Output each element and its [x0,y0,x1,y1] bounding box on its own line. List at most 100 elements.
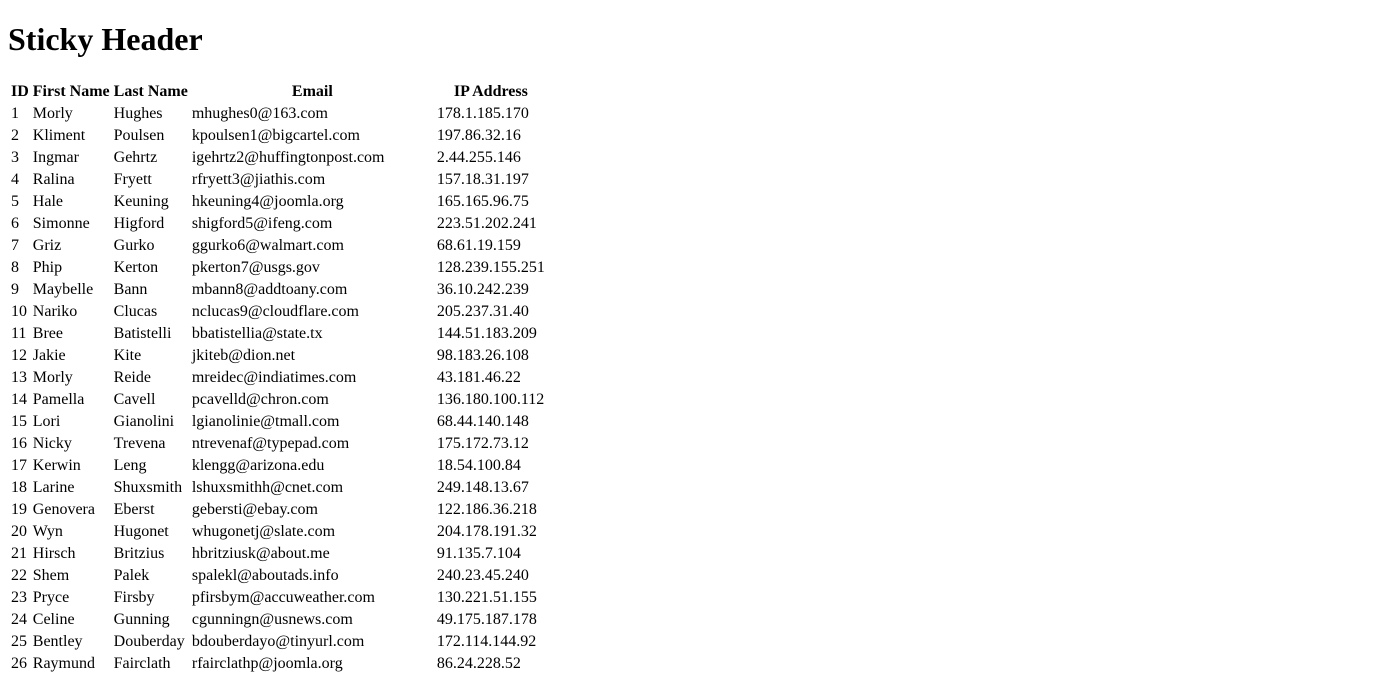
cell-last-name: Keuning [113,192,169,210]
table-row: 18 Larine Shuxsmith lshuxsmithh@cnet.com 249… [10,478,546,498]
cell-last-name: Batistelli [113,324,172,342]
cell-first-name: Morly [32,368,73,386]
cell-id: 25 [11,632,27,650]
cell-email: bbatistellia@state.tx [191,324,323,342]
cell-first-name: Larine [32,478,75,496]
cell-email: pkerton7@usgs.gov [191,258,320,276]
cell-first-name: Raymund [32,654,95,672]
cell-first-name: Maybelle [32,280,94,298]
table-row: 19 Genovera Eberst gebersti@ebay.com 122.186… [10,500,546,520]
table-row: 26 Raymund Fairclath rfairclathp@joomla.org… [10,654,546,674]
cell-ip-address: 240.23.45.240 [436,566,529,584]
cell-id: 4 [11,170,19,188]
cell-ip-address: 157.18.31.197 [436,170,529,188]
cell-last-name: Cavell [113,390,156,408]
cell-last-name: Shuxsmith [113,478,183,496]
cell-first-name: Morly [32,104,73,122]
cell-first-name: Celine [32,610,75,628]
cell-ip-address: 36.10.242.239 [436,280,529,298]
cell-last-name: Hugonet [113,522,169,540]
cell-email: hbritziusk@about.me [191,544,330,562]
cell-first-name: Lori [32,412,61,430]
cell-email: lgianolinie@tmall.com [191,412,340,430]
cell-last-name: Fryett [113,170,152,188]
cell-email: cgunningn@usnews.com [191,610,353,628]
column-header-email: Email [190,81,434,102]
cell-last-name: Poulsen [113,126,165,144]
cell-first-name: Pryce [32,588,70,606]
table-row: 16 Nicky Trevena ntrevenaf@typepad.com 175.1… [10,434,546,454]
table-row: 10 Nariko Clucas nclucas9@cloudflare.com 205… [10,302,546,322]
cell-ip-address: 91.135.7.104 [436,544,521,562]
header-row: ID First Name Last Name Email IP Address [10,81,546,102]
cell-last-name: Kerton [113,258,159,276]
cell-first-name: Kerwin [32,456,81,474]
cell-last-name: Douberday [113,632,185,650]
cell-email: rfairclathp@joomla.org [191,654,343,672]
cell-id: 7 [11,236,19,254]
cell-email: whugonetj@slate.com [191,522,336,540]
cell-id: 20 [11,522,27,540]
table-row: 21 Hirsch Britzius hbritziusk@about.me 91.13… [10,544,546,564]
cell-ip-address: 136.180.100.112 [436,390,545,408]
cell-last-name: Firsby [113,588,155,606]
cell-ip-address: 204.178.191.32 [436,522,537,540]
cell-email: mbann8@addtoany.com [191,280,348,298]
cell-id: 5 [11,192,19,210]
table-row: 6 Simonne Higford shigford5@ifeng.com 223.51… [10,214,546,234]
cell-ip-address: 205.237.31.40 [436,302,529,320]
cell-id: 18 [11,478,27,496]
table-row: 8 Phip Kerton pkerton7@usgs.gov 128.239.155.… [10,258,546,278]
cell-id: 17 [11,456,27,474]
cell-first-name: Phip [32,258,63,276]
table-row: 20 Wyn Hugonet whugonetj@slate.com 204.178.1… [10,522,546,542]
cell-first-name: Genovera [32,500,95,518]
cell-last-name: Gehrtz [113,148,158,166]
cell-ip-address: 86.24.228.52 [436,654,521,672]
cell-first-name: Griz [32,236,62,254]
cell-email: mreidec@indiatimes.com [191,368,357,386]
cell-ip-address: 18.54.100.84 [436,456,521,474]
cell-id: 15 [11,412,27,430]
table-row: 11 Bree Batistelli bbatistellia@state.tx 144… [10,324,546,344]
cell-ip-address: 122.186.36.218 [436,500,537,518]
cell-email: jkiteb@dion.net [191,346,296,364]
cell-ip-address: 68.44.140.148 [436,412,529,430]
cell-first-name: Hirsch [32,544,76,562]
cell-first-name: Ralina [32,170,75,188]
column-header-ip-address: IP Address [435,81,546,102]
cell-last-name: Gunning [113,610,170,628]
cell-id: 9 [11,280,19,298]
cell-last-name: Bann [113,280,148,298]
cell-first-name: Jakie [32,346,66,364]
cell-first-name: Ingmar [32,148,79,166]
cell-ip-address: 165.165.96.75 [436,192,529,210]
cell-first-name: Simonne [32,214,90,232]
cell-ip-address: 43.181.46.22 [436,368,521,386]
cell-ip-address: 130.221.51.155 [436,588,537,606]
cell-id: 10 [11,302,27,320]
cell-email: igehrtz2@huffingtonpost.com [191,148,385,166]
cell-ip-address: 98.183.26.108 [436,346,529,364]
cell-id: 13 [11,368,27,386]
cell-last-name: Trevena [113,434,166,452]
cell-last-name: Gurko [113,236,155,254]
table-row: 25 Bentley Douberday bdouberdayo@tinyurl.co… [10,632,546,652]
cell-last-name: Fairclath [113,654,171,672]
cell-ip-address: 49.175.187.178 [436,610,537,628]
cell-id: 16 [11,434,27,452]
cell-last-name: Hughes [113,104,163,122]
cell-first-name: Pamella [32,390,85,408]
cell-email: rfryett3@jiathis.com [191,170,326,188]
cell-first-name: Bentley [32,632,83,650]
cell-id: 3 [11,148,19,166]
column-header-first-name: First Name [31,81,111,102]
table-row: 15 Lori Gianolini lgianolinie@tmall.com 68.4… [10,412,546,432]
table-row: 22 Shem Palek spalekl@aboutads.info 240.23.4… [10,566,546,586]
cell-first-name: Nariko [32,302,78,320]
users-table: ID First Name Last Name Email IP Address… [8,80,548,676]
cell-last-name: Reide [113,368,151,386]
cell-id: 23 [11,588,27,606]
cell-last-name: Clucas [113,302,158,320]
table-row: 7 Griz Gurko ggurko6@walmart.com 68.61.19.15… [10,236,546,256]
